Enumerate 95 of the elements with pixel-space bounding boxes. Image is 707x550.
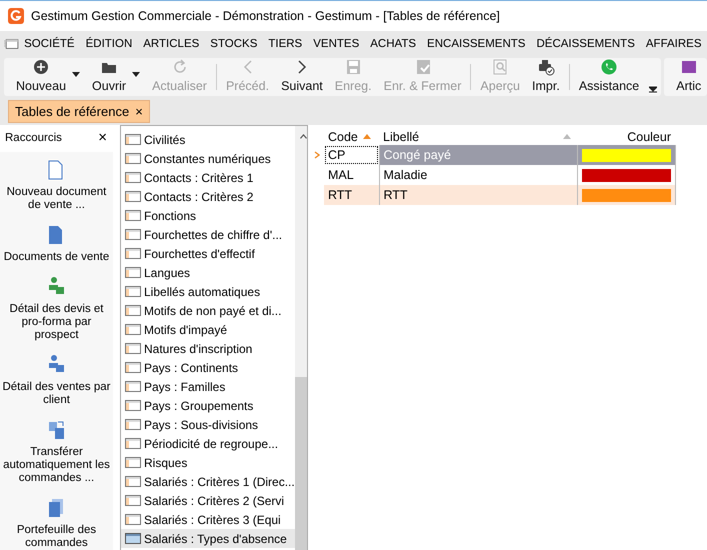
shortcut-item[interactable]: Nouveau document de vente ... <box>2 160 112 212</box>
table-list-item[interactable]: Salariés : Critères 3 (Equi <box>121 510 295 529</box>
documents-icon <box>48 498 65 518</box>
table-list-item[interactable]: Pays : Continents <box>121 358 295 377</box>
shortcut-item[interactable]: Documents de vente <box>2 225 112 264</box>
table-list-item[interactable]: Pays : Familles <box>121 377 295 396</box>
table-list-item[interactable]: Motifs d'impayé <box>121 320 295 339</box>
menu-item[interactable]: ARTICLES <box>138 38 205 50</box>
table-cell: CP <box>324 145 379 165</box>
toolbar-button[interactable]: Impr. <box>526 58 566 96</box>
users-icon <box>48 355 65 375</box>
window-menu-icon[interactable] <box>4 36 19 50</box>
menu-item[interactable]: DÉCAISSEMENTS <box>530 38 640 50</box>
shortcut-item[interactable]: Détail des ventes par client <box>2 355 112 407</box>
column-header[interactable]: Couleur <box>577 129 675 145</box>
square-icon <box>680 58 698 76</box>
table-list-item[interactable]: Civilités <box>121 130 295 149</box>
menu-item[interactable]: ÉDITION <box>80 38 138 50</box>
table-icon <box>125 457 141 468</box>
document-tab[interactable]: Tables de référence × <box>8 100 150 123</box>
table-list-item[interactable]: Périodicité de regroupe... <box>121 434 295 453</box>
panel-title: Raccourcis <box>5 132 62 144</box>
shortcut-item[interactable]: Portefeuille des commandes <box>2 498 112 550</box>
sort-ascending-icon <box>363 134 371 139</box>
window-title: Gestimum Gestion Commerciale - Démonstration - Gestimum - [Tables de référence] <box>31 9 500 23</box>
toolbar-button[interactable]: Ouvrir <box>86 58 146 96</box>
caret-icon[interactable] <box>132 72 140 77</box>
close-icon[interactable]: × <box>98 129 107 146</box>
menu-item[interactable]: TIERS <box>262 38 308 50</box>
column-header[interactable]: Libellé <box>379 129 577 145</box>
table-list-item[interactable]: Motifs de non payé et di... <box>121 301 295 320</box>
table-icon <box>125 210 141 221</box>
app-logo-icon <box>8 8 24 24</box>
table-cell: Congé payé <box>379 145 577 165</box>
table-icon <box>125 514 141 525</box>
table-icon <box>125 134 141 145</box>
table-list-item[interactable]: Natures d'inscription <box>121 339 295 358</box>
table-icon <box>125 419 141 430</box>
table-icon <box>125 324 141 335</box>
table-icon <box>125 381 141 392</box>
menu-item[interactable]: STOCKS <box>204 38 263 50</box>
scrollbar-thumb[interactable] <box>294 377 307 550</box>
sort-icon <box>563 134 571 139</box>
table-list-item[interactable]: Salariés : Types d'absence <box>121 529 295 548</box>
table-icon <box>125 343 141 354</box>
table-icon <box>125 248 141 259</box>
scroll-up-icon[interactable] <box>298 134 307 140</box>
menu-item[interactable]: ENCAISSEMENTS <box>422 38 531 50</box>
table-icon <box>125 267 141 278</box>
table-icon <box>125 533 141 544</box>
menu-item[interactable]: VENTES <box>308 38 365 50</box>
table-icon <box>125 476 141 487</box>
table-list-item[interactable]: Risques <box>121 453 295 472</box>
shortcut-item[interactable]: Détail des devis et pro-forma par prospect <box>2 277 112 342</box>
close-tab-icon[interactable]: × <box>135 104 143 119</box>
table-list-item[interactable]: Salariés : Critères 2 (Servi <box>121 491 295 510</box>
menu-item[interactable]: ACHATS <box>364 38 422 50</box>
menu-item[interactable]: SOCIÉTÉ <box>18 38 80 50</box>
table-list-item[interactable]: Fourchettes de chiffre d'... <box>121 225 295 244</box>
table-list-item[interactable]: Pays : Groupements <box>121 396 295 415</box>
toolbar-button[interactable]: Assistance <box>572 58 646 96</box>
table-list-item[interactable]: Pays : Sous-divisions <box>121 415 295 434</box>
table-cell: RTT <box>324 185 379 205</box>
table-list-item[interactable]: Contacts : Critères 2 <box>121 187 295 206</box>
table-list-item[interactable]: Salariés : Critères 1 (Direc... <box>121 472 295 491</box>
table-list-item[interactable]: Libellés automatiques <box>121 282 295 301</box>
table-icon <box>125 286 141 297</box>
table-list-item[interactable]: Fonctions <box>121 206 295 225</box>
row-pointer-icon <box>314 151 320 159</box>
document-icon <box>48 160 65 180</box>
tab-label: Tables de référence <box>15 104 130 119</box>
table-list-item[interactable]: Fourchettes d'effectif <box>121 244 295 263</box>
toolbar-button[interactable]: Suivant <box>275 58 329 96</box>
toolbar-button[interactable]: Nouveau <box>10 58 86 96</box>
table-list-item[interactable]: Constantes numériques <box>121 149 295 168</box>
caret-icon[interactable] <box>72 72 80 77</box>
shortcut-item[interactable]: Transférer automatiquement les commandes ... <box>2 420 112 485</box>
column-header[interactable]: Code <box>324 129 379 145</box>
users-icon <box>48 277 65 297</box>
table-icon <box>125 400 141 411</box>
table-icon <box>125 438 141 449</box>
table-icon <box>125 362 141 373</box>
table-list-item[interactable]: Contacts : Critères 1 <box>121 168 295 187</box>
menu-item[interactable]: AFFAIRES <box>640 38 707 50</box>
magnifier-icon <box>491 58 510 76</box>
document-icon <box>48 225 65 245</box>
table-cell: RTT <box>379 185 577 205</box>
table-icon <box>125 153 141 164</box>
table-icon <box>125 305 141 316</box>
table-icon <box>125 495 141 506</box>
transfer-icon <box>48 420 65 440</box>
table-list-item[interactable]: Langues <box>121 263 295 282</box>
table-icon <box>125 229 141 240</box>
table-icon <box>125 172 141 183</box>
table-icon <box>125 191 141 202</box>
